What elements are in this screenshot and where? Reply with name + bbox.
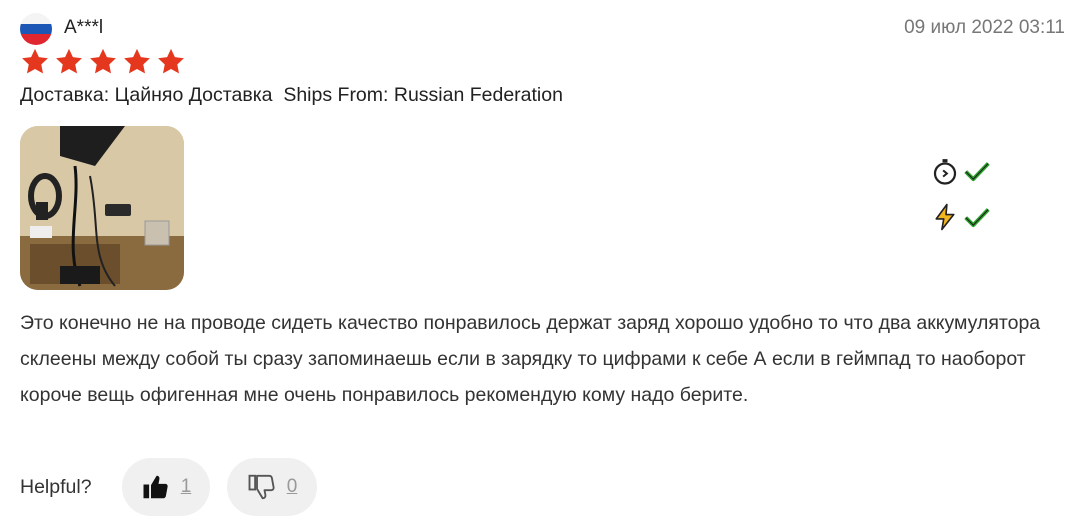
- thumbs-down-icon: [248, 474, 275, 500]
- reviewer-name: A***l: [64, 17, 104, 38]
- thumbs-up-button[interactable]: 1: [122, 458, 210, 516]
- review-text: Это конечно не на проводе сидеть качеств…: [20, 312, 1041, 406]
- review-photo-thumbnail[interactable]: [20, 126, 184, 290]
- badge-fast-delivery: [930, 155, 992, 187]
- lightning-icon: [935, 203, 955, 231]
- thumbs-down-count: 0: [286, 476, 298, 497]
- helpful-label: Helpful?: [20, 476, 92, 498]
- star-icon: [90, 48, 116, 74]
- check-icon: [964, 162, 990, 182]
- shipping-info: Доставка: Цайняо Доставка Ships From: Ru…: [20, 84, 563, 106]
- russia-flag-icon: [20, 13, 52, 45]
- star-icon: [124, 48, 150, 74]
- star-icon: [56, 48, 82, 74]
- check-icon: [964, 208, 990, 228]
- badge-quick-charge: [930, 201, 992, 233]
- star-icon: [158, 48, 184, 74]
- star-icon: [22, 48, 48, 74]
- review-date: 09 июл 2022 03:11: [904, 17, 1065, 38]
- thumbs-up-count: 1: [180, 476, 192, 497]
- delivery-badges: [930, 155, 992, 247]
- star-rating: [20, 47, 186, 77]
- thumbs-up-icon: [143, 475, 168, 499]
- thumbs-down-button[interactable]: 0: [227, 458, 317, 516]
- stopwatch-icon: [933, 159, 957, 185]
